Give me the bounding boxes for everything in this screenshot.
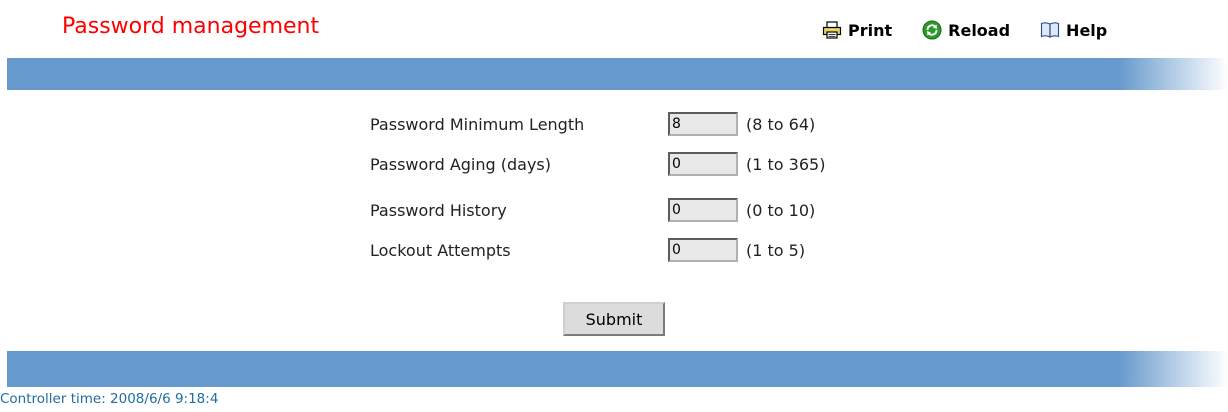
footer-divider-bar — [7, 353, 1228, 387]
lockout-range: (1 to 5) — [746, 240, 806, 260]
help-button[interactable]: Help — [1040, 21, 1107, 40]
aging-label: Password Aging (days) — [370, 154, 551, 174]
lockout-input[interactable] — [668, 238, 738, 262]
help-label: Help — [1066, 20, 1108, 40]
lockout-label: Lockout Attempts — [370, 240, 511, 260]
history-range: (0 to 10) — [746, 200, 816, 220]
reload-label: Reload — [948, 20, 1011, 40]
print-label: Print — [848, 20, 893, 40]
printer-icon — [822, 21, 842, 39]
min-length-input[interactable] — [668, 112, 738, 136]
form-row-aging: Password Aging (days) (1 to 365) — [370, 152, 825, 176]
form-row-min-length: Password Minimum Length (8 to 64) — [370, 112, 815, 136]
form-row-history: Password History (0 to 10) — [370, 198, 815, 222]
reload-icon — [922, 20, 942, 40]
print-button[interactable]: Print — [822, 21, 892, 40]
aging-range: (1 to 365) — [746, 154, 826, 174]
history-label: Password History — [370, 200, 507, 220]
toolbar: Print Reload Help — [822, 20, 1107, 40]
min-length-range: (8 to 64) — [746, 114, 816, 134]
min-length-label: Password Minimum Length — [370, 114, 585, 134]
book-icon — [1040, 22, 1060, 38]
page-title: Password management — [62, 14, 320, 39]
controller-time: Controller time: 2008/6/6 9:18:4 — [0, 391, 219, 407]
form-row-lockout: Lockout Attempts (1 to 5) — [370, 238, 805, 262]
reload-button[interactable]: Reload — [922, 20, 1010, 40]
aging-input[interactable] — [668, 152, 738, 176]
history-input[interactable] — [668, 198, 738, 222]
submit-button[interactable]: Submit — [563, 302, 665, 336]
page-header: Password management Print Reload Help — [0, 0, 1228, 58]
